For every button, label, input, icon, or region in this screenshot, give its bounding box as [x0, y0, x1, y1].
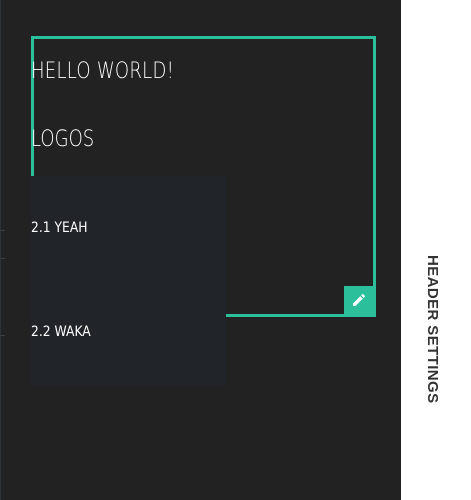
left-edge-divider	[0, 0, 1, 500]
left-edge-tick	[0, 230, 5, 231]
submenu-dropdown: 2.1 YEAH 2.2 WAKA	[31, 176, 226, 385]
pencil-icon	[352, 293, 365, 306]
header-title: HELLO WORLD!	[31, 59, 175, 84]
submenu-item-waka[interactable]: 2.2 WAKA	[31, 323, 91, 341]
header-settings-tab[interactable]: HEADER SETTINGS	[421, 255, 441, 415]
left-edge-tick	[0, 335, 5, 336]
edit-button[interactable]	[344, 286, 373, 314]
submenu-item-yeah[interactable]: 2.1 YEAH	[31, 219, 88, 237]
settings-side-panel	[401, 0, 471, 500]
menu-item-logos[interactable]: LOGOS	[31, 126, 94, 154]
left-edge-tick	[0, 258, 5, 259]
